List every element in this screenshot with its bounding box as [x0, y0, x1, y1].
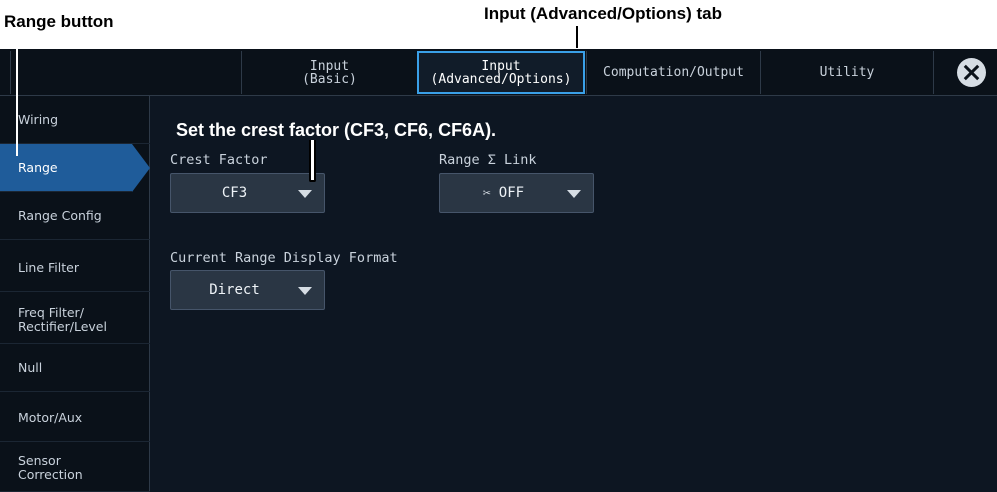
tab-utility[interactable]: Utility — [760, 51, 934, 94]
current-range-format-label: Current Range Display Format — [170, 250, 398, 266]
range-link-value: OFF — [498, 185, 525, 201]
annotation-leader-crest — [309, 140, 316, 182]
tab-spacer — [10, 51, 241, 94]
annotation-leader-tab — [576, 26, 578, 48]
tab-input-advanced[interactable]: Input (Advanced/Options) — [417, 51, 585, 94]
tab-bar: Input (Basic) Input (Advanced/Options) C… — [0, 49, 997, 96]
instrument-screen: Input (Basic) Input (Advanced/Options) C… — [0, 49, 997, 492]
tab-input-advanced-line2: (Advanced/Options) — [430, 71, 572, 87]
annotation-advanced-tab: Input (Advanced/Options) tab — [484, 4, 722, 23]
annotation-leader-range-screen — [16, 36, 18, 156]
tab-input-basic-line1: Input — [309, 58, 350, 74]
sidebar-item-label: Motor/Aux — [18, 409, 83, 425]
sidebar-item-wiring[interactable]: Wiring — [0, 96, 150, 144]
sidebar-item-label-line2: Rectifier/Level — [18, 318, 107, 334]
tab-input-advanced-line1: Input — [481, 58, 521, 74]
sidebar: Wiring Range Range Config Line Filter Fr… — [0, 96, 150, 492]
chevron-down-icon — [567, 190, 581, 198]
sidebar-item-label-line1: Sensor — [18, 452, 61, 468]
annotation-crest-instruction: Set the crest factor (CF3, CF6, CF6A). — [176, 120, 497, 140]
sidebar-item-null[interactable]: Null — [0, 344, 150, 392]
sidebar-item-label: Line Filter — [18, 259, 79, 275]
sidebar-item-label: Null — [18, 359, 43, 375]
tab-computation-output-label: Computation/Output — [603, 65, 744, 80]
chevron-down-icon — [298, 190, 312, 198]
crest-factor-label: Crest Factor — [170, 152, 268, 168]
close-icon[interactable] — [957, 58, 986, 87]
tab-computation-output[interactable]: Computation/Output — [586, 51, 760, 94]
sidebar-item-label: Range — [18, 159, 58, 175]
crest-factor-dropdown[interactable]: CF3 — [170, 173, 325, 213]
sidebar-item-label: Range Config — [18, 207, 102, 223]
tab-input-basic-line2: (Basic) — [302, 71, 357, 87]
tab-input-basic[interactable]: Input (Basic) — [241, 51, 417, 94]
sidebar-item-freq-filter[interactable]: Freq Filter/ Rectifier/Level — [0, 296, 150, 344]
chevron-down-icon — [298, 287, 312, 295]
current-range-format-dropdown[interactable]: Direct — [170, 270, 325, 310]
annotation-range-button: Range button — [4, 12, 114, 31]
range-link-label: Range Σ Link — [439, 152, 537, 168]
sidebar-item-label-line2: Correction — [18, 466, 83, 482]
sidebar-item-range-config[interactable]: Range Config — [0, 192, 150, 240]
sidebar-item-range[interactable]: Range — [0, 144, 150, 192]
sidebar-item-label-line1: Freq Filter/ — [18, 304, 84, 320]
sidebar-item-motor-aux[interactable]: Motor/Aux — [0, 394, 150, 442]
sidebar-item-sensor-correction[interactable]: Sensor Correction — [0, 444, 150, 492]
link-off-icon: ✂ — [482, 185, 491, 201]
sidebar-item-label: Wiring — [18, 111, 59, 127]
tab-utility-label: Utility — [819, 65, 875, 80]
range-link-dropdown[interactable]: ✂ OFF — [439, 173, 594, 213]
sidebar-item-line-filter[interactable]: Line Filter — [0, 244, 150, 292]
